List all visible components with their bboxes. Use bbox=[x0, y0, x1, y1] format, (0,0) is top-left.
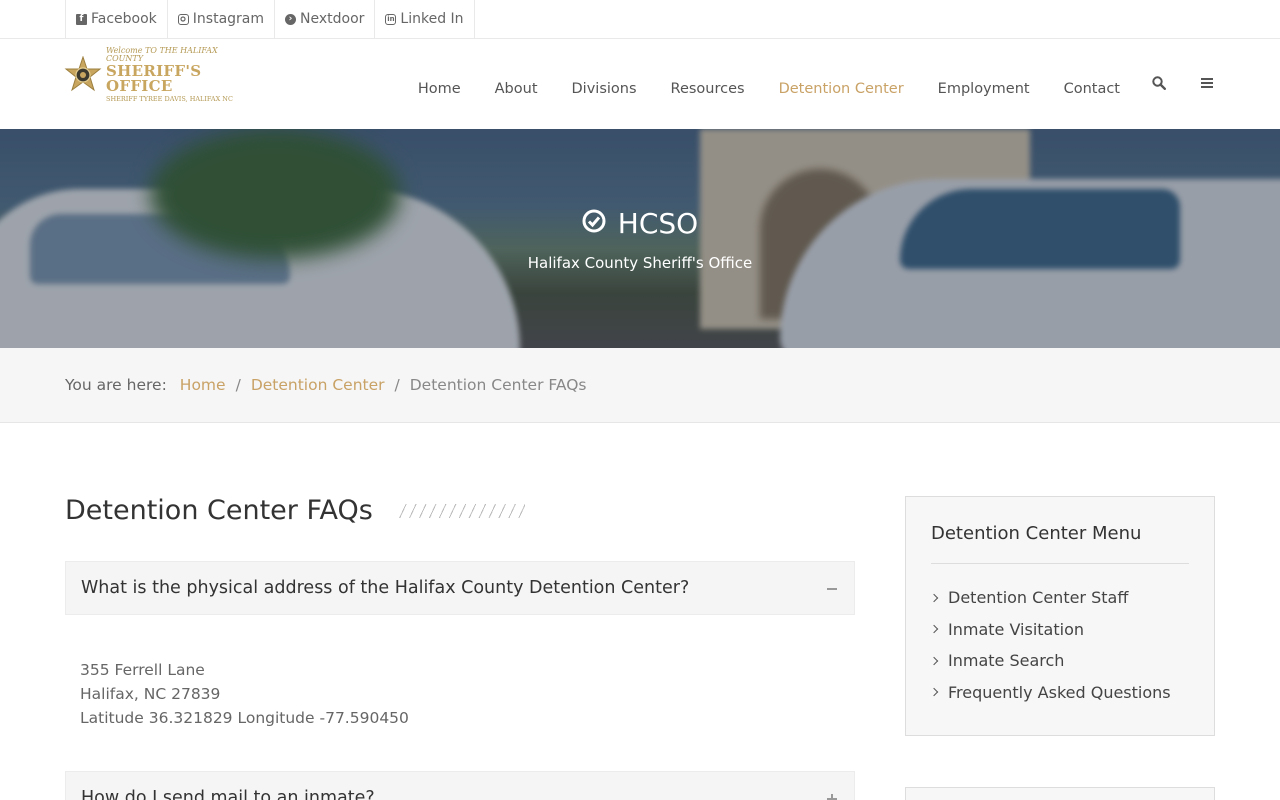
chevron-right-icon bbox=[929, 593, 939, 602]
sidebar-item-inmate-search[interactable]: Inmate Search bbox=[929, 645, 1189, 677]
breadcrumb-separator: / bbox=[235, 376, 241, 394]
sidebar-item-faq[interactable]: Frequently Asked Questions bbox=[929, 677, 1189, 709]
sidebar-list: Detention Center Staff Inmate Visitation… bbox=[929, 582, 1189, 709]
breadcrumb-lead: You are here: bbox=[65, 376, 167, 394]
main-nav: Home About Divisions Resources Detention… bbox=[384, 39, 1216, 129]
breadcrumb-current: Detention Center FAQs bbox=[409, 376, 587, 394]
social-link-instagram[interactable]: Instagram bbox=[166, 0, 274, 38]
sidebar-item-visitation[interactable]: Inmate Visitation bbox=[929, 614, 1189, 646]
minus-icon[interactable] bbox=[827, 588, 837, 590]
breadcrumb-detention-center[interactable]: Detention Center bbox=[251, 376, 385, 394]
social-link-nextdoor[interactable]: › Nextdoor bbox=[274, 0, 374, 38]
social-label: Facebook bbox=[91, 11, 157, 27]
answer-line: Latitude 36.321829 Longitude -77.590450 bbox=[80, 709, 409, 727]
search-icon[interactable] bbox=[1152, 76, 1168, 92]
faq-question-text: How do I send mail to an inmate? bbox=[81, 788, 375, 800]
instagram-icon bbox=[177, 13, 189, 25]
sidebar-item-label: Inmate Search bbox=[948, 651, 1065, 671]
social-label: Nextdoor bbox=[300, 11, 365, 27]
title-decoration bbox=[398, 503, 525, 518]
social-link-facebook[interactable]: f Facebook bbox=[65, 0, 167, 38]
page-title: Detention Center FAQs bbox=[65, 495, 525, 526]
social-label: Instagram bbox=[192, 11, 265, 27]
chevron-right-icon bbox=[929, 625, 939, 634]
logo-text: Welcome TO THE HALIFAX COUNTY SHERIFF'S … bbox=[106, 47, 254, 103]
sidebar-item-label: Inmate Visitation bbox=[948, 619, 1084, 639]
nav-item-detention-center[interactable]: Detention Center bbox=[779, 71, 904, 97]
faq-answer-address: 355 Ferrell Lane Halifax, NC 27839 Latit… bbox=[80, 658, 409, 730]
sidebar-item-staff[interactable]: Detention Center Staff bbox=[929, 582, 1189, 614]
social-topbar: f Facebook Instagram › Nextdoor in Linke… bbox=[0, 0, 1280, 39]
arrow-right-circle-icon: › bbox=[285, 13, 297, 25]
nav-item-employment[interactable]: Employment bbox=[938, 71, 1030, 97]
breadcrumb: You are here: Home / Detention Center / … bbox=[0, 348, 1280, 423]
chevron-right-icon bbox=[929, 688, 939, 697]
nav-item-home[interactable]: Home bbox=[418, 71, 461, 97]
answer-line: 355 Ferrell Lane bbox=[80, 661, 205, 679]
sidebar-item-label: Detention Center Staff bbox=[948, 588, 1129, 608]
nav-item-resources[interactable]: Resources bbox=[671, 71, 745, 97]
social-label: Linked In bbox=[400, 11, 464, 27]
logo-line-1: Welcome TO THE HALIFAX COUNTY bbox=[106, 46, 218, 64]
social-link-linkedin[interactable]: in Linked In bbox=[374, 0, 475, 38]
hero-banner: HCSO Halifax County Sheriff's Office bbox=[0, 129, 1280, 348]
answer-line: Halifax, NC 27839 bbox=[80, 685, 221, 703]
site-logo[interactable]: Welcome TO THE HALIFAX COUNTY SHERIFF'S … bbox=[64, 47, 254, 102]
site-header: Welcome TO THE HALIFAX COUNTY SHERIFF'S … bbox=[0, 39, 1280, 129]
main-content: Detention Center FAQs What is the physic… bbox=[0, 423, 1280, 800]
page-title-text: Detention Center FAQs bbox=[65, 495, 373, 526]
hero-title-text: HCSO bbox=[617, 207, 699, 240]
faq-question-mail[interactable]: How do I send mail to an inmate? bbox=[65, 771, 855, 800]
logo-line-2: SHERIFF'S OFFICE bbox=[106, 62, 202, 96]
chevron-right-icon bbox=[929, 656, 939, 665]
faq-question-text: What is the physical address of the Hali… bbox=[81, 578, 690, 598]
breadcrumb-home[interactable]: Home bbox=[180, 376, 226, 394]
sidebar-title: Detention Center Menu bbox=[931, 523, 1189, 564]
sidebar-item-label: Frequently Asked Questions bbox=[948, 682, 1171, 702]
breadcrumb-separator: / bbox=[394, 376, 400, 394]
facebook-icon: f bbox=[76, 13, 87, 25]
logo-line-3: SHERIFF TYREE DAVIS, HALIFAX NC bbox=[106, 95, 233, 104]
sheriff-star-badge-icon bbox=[64, 55, 102, 94]
linkedin-icon: in bbox=[385, 13, 397, 25]
nav-item-about[interactable]: About bbox=[495, 71, 538, 97]
sidebar-menu: Detention Center Menu Detention Center S… bbox=[905, 496, 1215, 736]
hero-title: HCSO bbox=[0, 207, 1280, 240]
hamburger-icon[interactable] bbox=[1200, 76, 1216, 92]
check-circle-icon bbox=[582, 207, 606, 240]
nav-item-contact[interactable]: Contact bbox=[1064, 71, 1120, 97]
nav-item-divisions[interactable]: Divisions bbox=[572, 71, 637, 97]
faq-question-address[interactable]: What is the physical address of the Hali… bbox=[65, 561, 855, 615]
sidebar-second-box bbox=[905, 787, 1215, 800]
hero-subtitle: Halifax County Sheriff's Office bbox=[527, 254, 753, 272]
